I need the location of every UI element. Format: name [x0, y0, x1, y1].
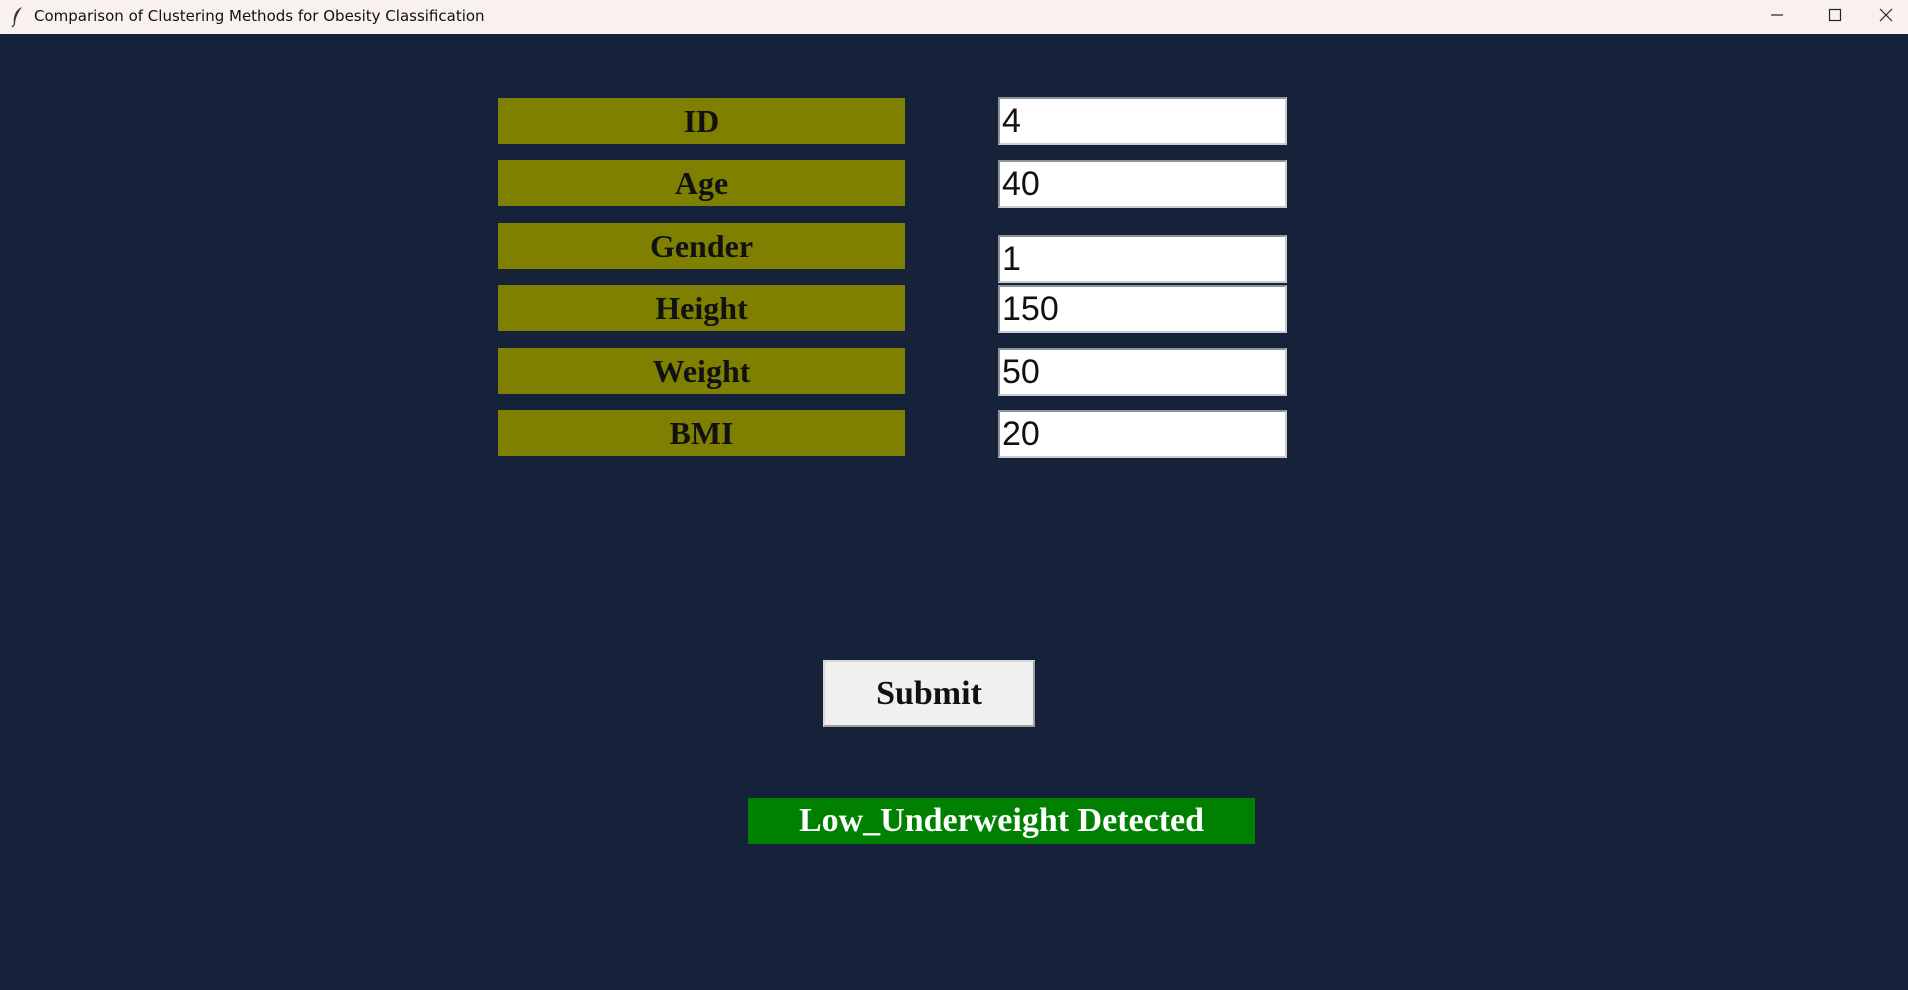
age-label: Age — [498, 160, 905, 206]
result-label: Low_Underweight Detected — [748, 798, 1255, 844]
minimize-button[interactable] — [1748, 0, 1806, 34]
id-input[interactable] — [998, 97, 1287, 145]
title-bar[interactable]: Comparison of Clustering Methods for Obe… — [0, 0, 1908, 34]
close-button[interactable] — [1864, 0, 1908, 34]
height-input[interactable] — [998, 285, 1287, 333]
age-input[interactable] — [998, 160, 1287, 208]
minimize-icon — [1770, 8, 1784, 27]
maximize-button[interactable] — [1806, 0, 1864, 34]
height-label: Height — [498, 285, 905, 331]
weight-input[interactable] — [998, 348, 1287, 396]
bmi-label: BMI — [498, 410, 905, 456]
feather-icon — [10, 6, 26, 28]
close-icon — [1879, 8, 1893, 27]
submit-button[interactable]: Submit — [823, 660, 1035, 727]
id-label: ID — [498, 98, 905, 144]
maximize-icon — [1828, 8, 1842, 27]
gender-label: Gender — [498, 223, 905, 269]
app-window: Comparison of Clustering Methods for Obe… — [0, 0, 1908, 990]
window-title: Comparison of Clustering Methods for Obe… — [34, 7, 485, 25]
weight-label: Weight — [498, 348, 905, 394]
gender-input[interactable] — [998, 235, 1287, 283]
bmi-input[interactable] — [998, 410, 1287, 458]
